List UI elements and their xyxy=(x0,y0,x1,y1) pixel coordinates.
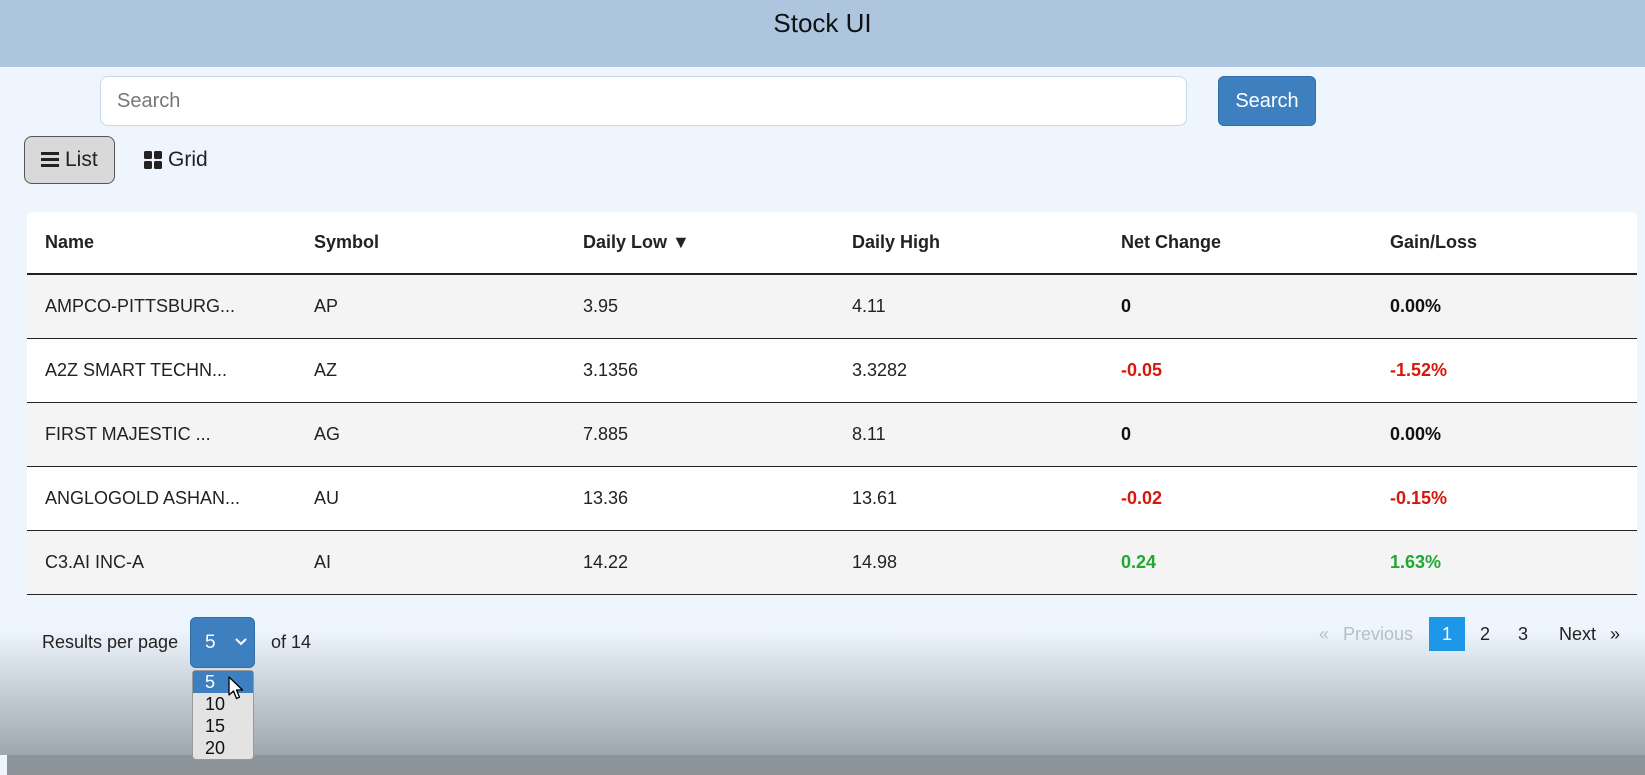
table-header-row: Name Symbol Daily Low ▼ Daily High Net C… xyxy=(27,212,1637,275)
stock-table-card: Name Symbol Daily Low ▼ Daily High Net C… xyxy=(27,212,1637,595)
daily-high: 13.61 xyxy=(834,466,1103,531)
net-change: 0.24 xyxy=(1103,530,1372,595)
column-header-daily-high[interactable]: Daily High xyxy=(834,212,1103,275)
pagination: « Previous 1 2 3 Next » xyxy=(1319,617,1620,651)
total-pages-text: of 14 xyxy=(271,632,312,652)
list-view-button[interactable]: List xyxy=(24,136,115,184)
stock-symbol: AZ xyxy=(296,338,565,403)
previous-arrow-icon[interactable]: « xyxy=(1319,624,1329,645)
gain-loss: 1.63% xyxy=(1372,530,1637,595)
table-row[interactable]: FIRST MAJESTIC ... AG 7.885 8.11 0 0.00% xyxy=(27,402,1637,467)
next-arrow-icon[interactable]: » xyxy=(1610,624,1620,645)
results-per-page-select[interactable]: 5 xyxy=(190,617,255,668)
column-header-symbol[interactable]: Symbol xyxy=(296,212,565,275)
results-option-15[interactable]: 15 xyxy=(193,715,253,737)
column-header-daily-low[interactable]: Daily Low ▼ xyxy=(565,212,834,275)
stock-name: ANGLOGOLD ASHAN... xyxy=(27,466,296,531)
page-link-2[interactable]: 2 xyxy=(1467,617,1503,651)
net-change: -0.05 xyxy=(1103,338,1372,403)
list-view-label: List xyxy=(65,148,98,171)
results-per-page-label: Results per page xyxy=(42,632,179,652)
next-page-link[interactable]: Next xyxy=(1559,624,1596,645)
stock-name: C3.AI INC-A xyxy=(27,530,296,595)
stock-symbol: AP xyxy=(296,274,565,339)
stock-symbol: AG xyxy=(296,402,565,467)
gain-loss: -1.52% xyxy=(1372,338,1637,403)
stock-symbol: AU xyxy=(296,466,565,531)
gain-loss: -0.15% xyxy=(1372,466,1637,531)
results-option-20[interactable]: 20 xyxy=(193,737,253,759)
grid-icon xyxy=(144,151,162,169)
search-input[interactable] xyxy=(100,76,1187,126)
previous-page-link[interactable]: Previous xyxy=(1343,624,1413,645)
mouse-cursor-icon xyxy=(228,676,244,700)
search-button[interactable]: Search xyxy=(1218,76,1316,126)
stock-name: A2Z SMART TECHN... xyxy=(27,338,296,403)
app-header: Stock UI xyxy=(0,0,1645,67)
stock-name: AMPCO-PITTSBURG... xyxy=(27,274,296,339)
grid-view-label: Grid xyxy=(168,148,208,171)
daily-low: 7.885 xyxy=(565,402,834,467)
list-icon xyxy=(41,152,59,168)
net-change: 0 xyxy=(1103,274,1372,339)
daily-high: 14.98 xyxy=(834,530,1103,595)
daily-low: 3.95 xyxy=(565,274,834,339)
page-link-1[interactable]: 1 xyxy=(1428,617,1465,651)
table-row[interactable]: AMPCO-PITTSBURG... AP 3.95 4.11 0 0.00% xyxy=(27,274,1637,339)
column-header-name[interactable]: Name xyxy=(27,212,296,275)
table-row[interactable]: C3.AI INC-A AI 14.22 14.98 0.24 1.63% xyxy=(27,530,1637,595)
stock-name: FIRST MAJESTIC ... xyxy=(27,402,296,467)
table-row[interactable]: A2Z SMART TECHN... AZ 3.1356 3.3282 -0.0… xyxy=(27,338,1637,403)
gain-loss: 0.00% xyxy=(1372,274,1637,339)
page-link-3[interactable]: 3 xyxy=(1505,617,1541,651)
grid-view-button[interactable]: Grid xyxy=(144,136,224,184)
stock-table: Name Symbol Daily Low ▼ Daily High Net C… xyxy=(27,212,1637,595)
daily-high: 3.3282 xyxy=(834,338,1103,403)
column-header-gain-loss[interactable]: Gain/Loss xyxy=(1372,212,1637,275)
gain-loss: 0.00% xyxy=(1372,402,1637,467)
stock-symbol: AI xyxy=(296,530,565,595)
daily-low: 14.22 xyxy=(565,530,834,595)
daily-low: 3.1356 xyxy=(565,338,834,403)
net-change: -0.02 xyxy=(1103,466,1372,531)
results-per-page-value: 5 xyxy=(205,632,216,653)
chevron-down-icon xyxy=(235,638,247,646)
net-change: 0 xyxy=(1103,402,1372,467)
daily-low: 13.36 xyxy=(565,466,834,531)
app-title: Stock UI xyxy=(773,8,872,38)
daily-high: 8.11 xyxy=(834,402,1103,467)
column-header-net-change[interactable]: Net Change xyxy=(1103,212,1372,275)
table-row[interactable]: ANGLOGOLD ASHAN... AU 13.36 13.61 -0.02 … xyxy=(27,466,1637,531)
daily-high: 4.11 xyxy=(834,274,1103,339)
